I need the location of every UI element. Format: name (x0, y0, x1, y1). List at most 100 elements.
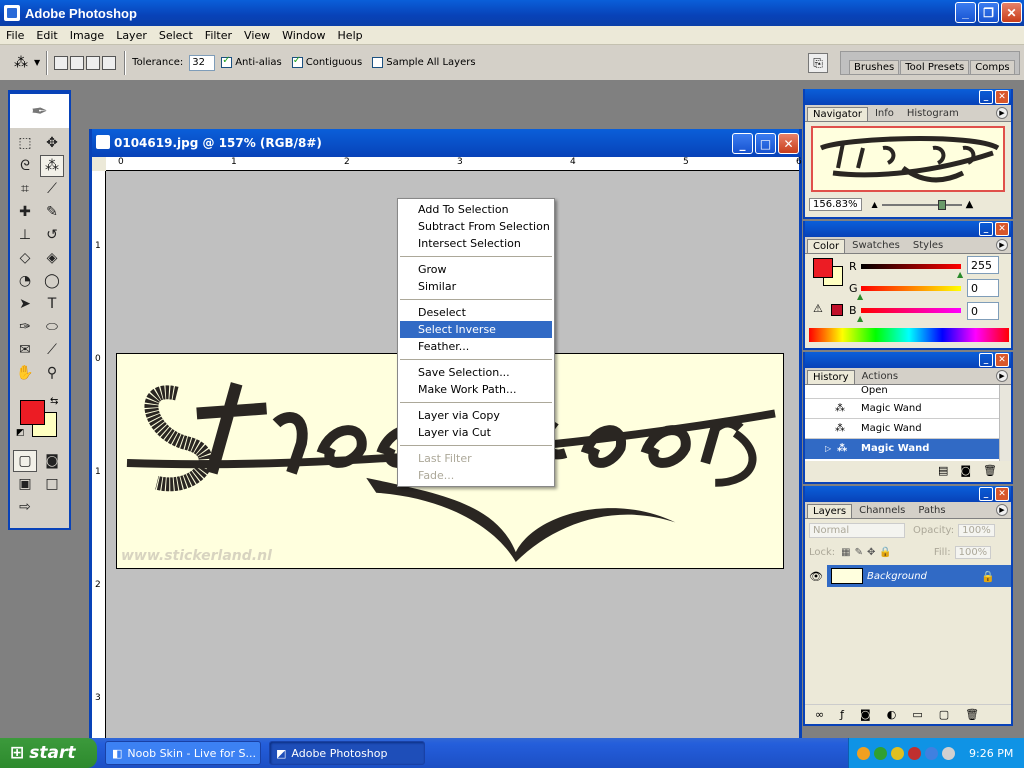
feather-logo-icon[interactable]: ✒ (10, 94, 69, 128)
restore-button[interactable]: ❐ (978, 2, 999, 23)
tab-paths[interactable]: Paths (912, 503, 951, 518)
navigator-zoom-value[interactable]: 156.83% (809, 198, 862, 211)
new-selection-icon[interactable] (54, 55, 69, 70)
tab-swatches[interactable]: Swatches (846, 238, 906, 253)
tab-histogram[interactable]: Histogram (901, 106, 965, 121)
intersect-selection-icon[interactable] (102, 55, 117, 70)
navigator-thumbnail[interactable] (811, 126, 1005, 192)
doc-maximize-button[interactable]: □ (755, 133, 776, 154)
menu-item-feather[interactable]: Feather... (400, 338, 552, 355)
standard-mode-icon[interactable]: ▢ (13, 450, 37, 472)
type-tool-icon[interactable]: T (40, 293, 64, 315)
panel-menu-icon[interactable]: ▶ (996, 239, 1008, 251)
color-fg-swatch[interactable] (813, 258, 833, 278)
snapshot-icon[interactable]: ◙ (960, 464, 971, 477)
menu-item-similar[interactable]: Similar (400, 278, 552, 295)
zoom-out-icon[interactable]: ▲ (872, 200, 878, 209)
swap-colors-icon[interactable]: ⇆ (50, 396, 58, 407)
lasso-tool-icon[interactable]: ᘓ (13, 155, 37, 177)
lock-transparency-icon[interactable]: ▦ (841, 547, 850, 558)
tab-layers[interactable]: Layers (807, 504, 853, 518)
contiguous-checkbox[interactable] (291, 55, 303, 68)
tab-styles[interactable]: Styles (907, 238, 949, 253)
crop-tool-icon[interactable]: ⌗ (13, 178, 37, 200)
eyedropper-icon[interactable]: ⟋ (40, 339, 64, 361)
r-slider-thumb[interactable]: ▲ (957, 270, 963, 279)
zoom-slider-thumb[interactable] (937, 199, 946, 210)
clock[interactable]: 9:26 PM (969, 747, 1013, 760)
tab-history[interactable]: History (807, 370, 855, 384)
panel-minimize-button[interactable]: _ (979, 487, 993, 501)
lock-all-icon[interactable]: 🔒 (879, 547, 891, 558)
panel-menu-icon[interactable]: ▶ (996, 107, 1008, 119)
fill-input[interactable]: 100% (954, 546, 992, 559)
menu-file[interactable]: File (0, 29, 30, 42)
menu-window[interactable]: Window (276, 29, 331, 42)
panel-menu-icon[interactable]: ▶ (996, 504, 1008, 516)
g-input[interactable]: 0 (967, 279, 999, 297)
tray-globe-icon[interactable] (891, 746, 904, 760)
tray-sun-icon[interactable] (857, 746, 870, 760)
tolerance-input[interactable]: 32 (189, 54, 216, 71)
zoom-in-icon[interactable]: ▲ (966, 199, 974, 210)
ellipse-tool-icon[interactable]: ⬭ (40, 316, 64, 338)
menu-item-deselect[interactable]: Deselect (400, 304, 552, 321)
paint-bucket-icon[interactable]: ◈ (40, 247, 64, 269)
tab-info[interactable]: Info (869, 106, 900, 121)
history-item[interactable]: Open (805, 385, 1011, 399)
panel-minimize-button[interactable]: _ (979, 222, 993, 236)
tab-channels[interactable]: Channels (853, 503, 911, 518)
g-slider[interactable] (861, 286, 961, 291)
link-layers-icon[interactable]: ∞ (815, 708, 824, 721)
path-selection-icon[interactable]: ➤ (13, 293, 37, 315)
doc-close-button[interactable]: ✕ (778, 133, 799, 154)
menu-item-layer-via-cut[interactable]: Layer via Cut (400, 424, 552, 441)
hand-tool-icon[interactable]: ✋ (13, 362, 37, 384)
history-item-selected[interactable]: ▷ ⁂ Magic Wand (805, 439, 1011, 459)
opacity-input[interactable]: 100% (958, 524, 995, 537)
menu-item-intersect-selection[interactable]: Intersect Selection (400, 235, 552, 252)
menu-select[interactable]: Select (153, 29, 199, 42)
new-layer-icon[interactable]: ▢ (939, 708, 949, 721)
close-button[interactable]: ✕ (1001, 2, 1022, 23)
pen-tool-icon[interactable]: ✑ (13, 316, 37, 338)
panel-close-button[interactable]: ✕ (995, 353, 1009, 367)
menu-item-subtract-from-selection[interactable]: Subtract From Selection (400, 218, 552, 235)
minimize-button[interactable]: _ (955, 2, 976, 23)
menu-item-select-inverse[interactable]: Select Inverse (400, 321, 552, 338)
panel-menu-icon[interactable]: ▶ (996, 370, 1008, 382)
tab-navigator[interactable]: Navigator (807, 107, 868, 121)
menu-item-save-selection[interactable]: Save Selection... (400, 364, 552, 381)
blend-mode-select[interactable]: Normal (809, 523, 905, 538)
menu-item-add-to-selection[interactable]: Add To Selection (400, 201, 552, 218)
web-color-swatch[interactable] (831, 304, 843, 316)
magic-wand-tool-icon[interactable]: ⁂ (40, 155, 64, 177)
jump-to-imageready-icon[interactable]: ⇨ (13, 496, 37, 518)
adjustment-layer-icon[interactable]: ◐ (887, 708, 897, 721)
panel-minimize-button[interactable]: _ (979, 90, 993, 104)
subtract-selection-icon[interactable] (86, 55, 101, 70)
layer-style-icon[interactable]: ƒ (840, 708, 844, 721)
tab-actions[interactable]: Actions (856, 369, 905, 384)
antialias-checkbox[interactable] (221, 55, 233, 68)
b-slider[interactable] (861, 308, 961, 313)
history-scrollbar[interactable] (999, 385, 1011, 461)
zoom-slider[interactable] (881, 199, 962, 210)
dodge-tool-icon[interactable]: ◯ (40, 270, 64, 292)
menu-image[interactable]: Image (64, 29, 110, 42)
color-ramp[interactable] (809, 328, 1009, 342)
layer-mask-icon[interactable]: ◙ (860, 708, 871, 721)
history-item[interactable]: ⁂ Magic Wand (805, 399, 1011, 419)
new-document-from-state-icon[interactable]: ▤ (938, 464, 948, 477)
r-input[interactable]: 255 (967, 256, 999, 274)
b-input[interactable]: 0 (967, 302, 999, 320)
tray-messenger-icon[interactable] (874, 746, 887, 760)
sample-all-layers-checkbox[interactable] (372, 57, 384, 68)
marquee-tool-icon[interactable]: ⬚ (13, 132, 37, 154)
trash-icon[interactable]: 🗑 (983, 464, 997, 477)
g-slider-thumb[interactable]: ▲ (857, 292, 863, 301)
menu-view[interactable]: View (238, 29, 276, 42)
file-browser-icon[interactable]: ⎘ (808, 53, 828, 73)
add-selection-icon[interactable] (70, 55, 85, 70)
lock-paint-icon[interactable]: ✎ (855, 547, 863, 558)
